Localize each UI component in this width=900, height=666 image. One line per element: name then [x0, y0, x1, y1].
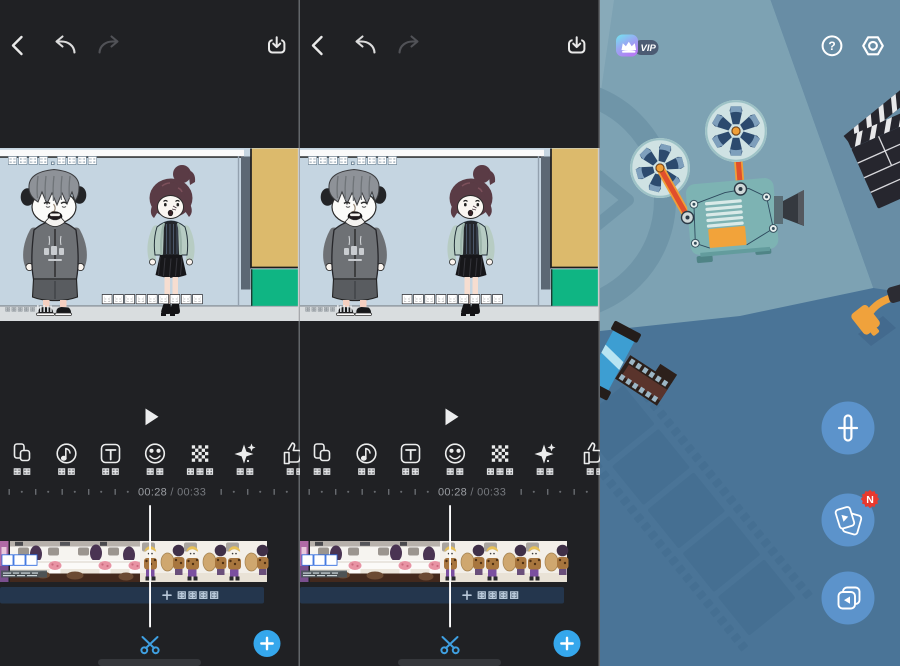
svg-text:VIP: VIP: [641, 43, 657, 54]
svg-text:?: ?: [828, 39, 835, 53]
svg-text:N: N: [866, 494, 874, 506]
